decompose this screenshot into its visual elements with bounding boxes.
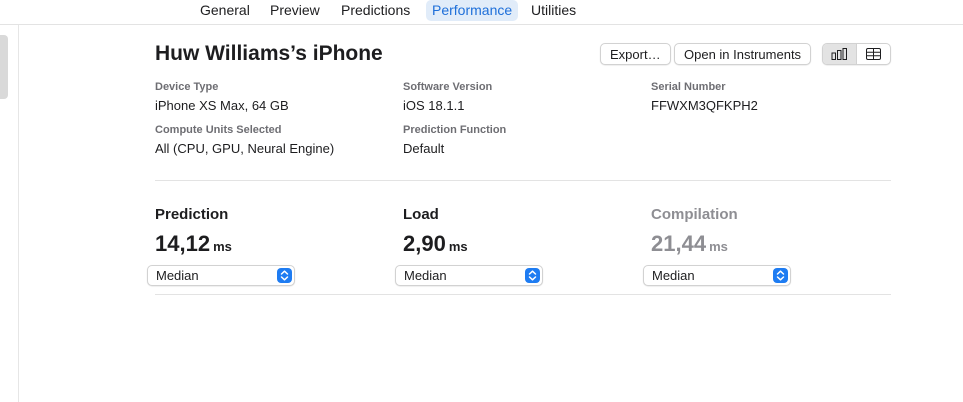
compilation-metric-title: Compilation xyxy=(651,206,738,223)
device-type-label: Device Type xyxy=(155,81,219,93)
compilation-metric-value: 21,44 ms xyxy=(651,231,728,257)
sidebar-scrollbar-thumb[interactable] xyxy=(0,35,8,99)
prediction-time-number: 14,12 xyxy=(155,231,211,256)
tab-bar: General Preview Predictions Performance … xyxy=(0,0,963,25)
chevron-updown-icon xyxy=(277,268,292,283)
load-metric-value: 2,90 ms xyxy=(403,231,468,257)
software-version-label: Software Version xyxy=(403,81,493,93)
prediction-function-value: Default xyxy=(403,141,445,156)
open-in-instruments-button[interactable]: Open in Instruments xyxy=(674,43,812,65)
prediction-metric-value: 14,12 ms xyxy=(155,231,232,257)
tab-utilities[interactable]: Utilities xyxy=(525,0,582,21)
tab-general[interactable]: General xyxy=(194,0,256,21)
export-button[interactable]: Export… xyxy=(600,43,671,65)
table-icon xyxy=(866,48,881,60)
table-view-button[interactable] xyxy=(857,44,890,64)
load-time-number: 2,90 xyxy=(403,231,446,256)
prediction-metric-title: Prediction xyxy=(155,206,229,223)
device-type-value: iPhone XS Max, 64 GB xyxy=(155,98,289,113)
tab-predictions[interactable]: Predictions xyxy=(335,0,416,21)
software-version-value: iOS 18.1.1 xyxy=(403,98,465,113)
tab-preview[interactable]: Preview xyxy=(264,0,326,21)
load-time-unit: ms xyxy=(448,239,468,254)
chevron-updown-icon xyxy=(773,268,788,283)
device-title: Huw Williams’s iPhone xyxy=(155,42,383,65)
compilation-time-unit: ms xyxy=(709,239,728,254)
view-mode-toggle xyxy=(822,43,891,65)
prediction-aggregate-select[interactable]: Median xyxy=(147,265,295,286)
serial-number-label: Serial Number xyxy=(651,81,726,93)
sidebar-edge xyxy=(0,25,19,402)
chevron-updown-icon xyxy=(525,268,540,283)
tab-performance[interactable]: Performance xyxy=(426,0,519,21)
load-metric-title: Load xyxy=(403,206,439,223)
load-aggregate-select[interactable]: Median xyxy=(395,265,543,286)
prediction-function-label: Prediction Function xyxy=(403,124,507,136)
compute-units-label: Compute Units Selected xyxy=(155,124,282,136)
compute-units-value: All (CPU, GPU, Neural Engine) xyxy=(155,141,335,156)
compilation-aggregate-value: Median xyxy=(652,268,695,283)
load-aggregate-value: Median xyxy=(404,268,447,283)
compilation-time-number: 21,44 xyxy=(651,231,707,256)
prediction-aggregate-value: Median xyxy=(156,268,199,283)
prediction-time-unit: ms xyxy=(213,239,232,254)
compilation-aggregate-select[interactable]: Median xyxy=(643,265,791,286)
chart-view-button[interactable] xyxy=(823,44,856,64)
metrics-divider xyxy=(155,294,891,295)
section-divider xyxy=(155,180,891,181)
chart-icon xyxy=(831,48,847,60)
serial-number-value: FFWXM3QFKPH2 xyxy=(651,98,758,113)
